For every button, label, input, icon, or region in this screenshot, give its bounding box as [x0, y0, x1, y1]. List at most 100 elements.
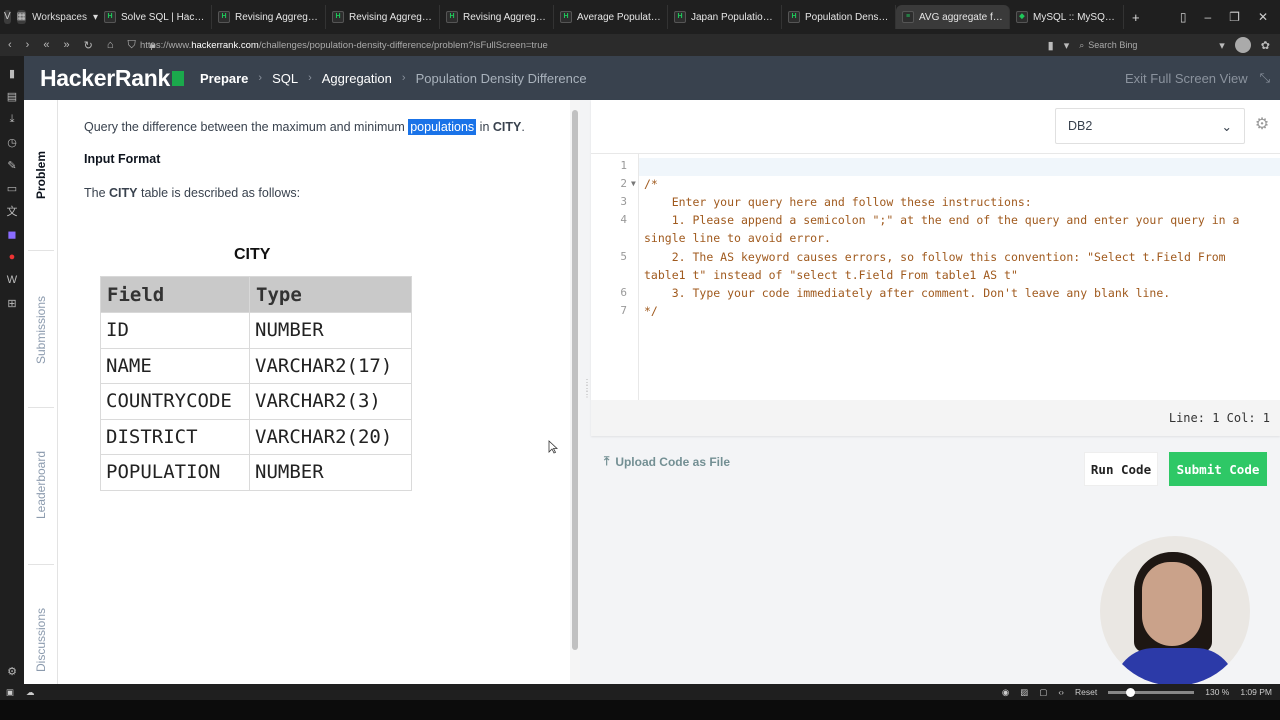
tab-title: Population Density Differ: [805, 11, 889, 23]
hackerrank-logo[interactable]: HackerRank: [24, 65, 184, 92]
submit-code-button[interactable]: Submit Code: [1169, 452, 1267, 486]
type-cell: VARCHAR2(20): [249, 418, 412, 455]
window-controls: ▯ – ❐ ✕: [1180, 10, 1280, 24]
chevron-down-icon: ⌄: [1221, 119, 1232, 134]
rewind-icon[interactable]: «: [43, 39, 49, 52]
split-drag-handle[interactable]: ⋮ ⋮ ⋮: [583, 379, 591, 406]
chevron-right-icon: ›: [308, 72, 312, 84]
tab-overview-icon[interactable]: ▯: [1180, 10, 1187, 24]
reload-icon[interactable]: ↻: [84, 39, 93, 52]
problem-scrollbar[interactable]: [570, 100, 580, 684]
webcam-face: [1142, 562, 1202, 646]
notes-icon[interactable]: ✎: [5, 158, 19, 172]
language-select[interactable]: DB2 ⌄: [1055, 108, 1245, 144]
upload-label: Upload Code as File: [615, 454, 730, 469]
profile-avatar[interactable]: [1234, 37, 1251, 53]
status-bar-right: ◉ ▨ ▢ ‹› Reset 130 % 1:09 PM: [1002, 687, 1280, 698]
search-placeholder: Search Bing: [1088, 40, 1138, 50]
image-toggle-icon[interactable]: ▨: [1020, 687, 1028, 698]
tab-discussions[interactable]: Discussions: [24, 580, 58, 700]
desc-suffix: table is described as follows:: [137, 186, 301, 200]
code-editor[interactable]: 1 2 ▼ 3 4 5 6 7 /* Enter your query here…: [591, 153, 1280, 401]
browser-tab[interactable]: H Revising Aggregations - T: [212, 5, 326, 29]
search-input[interactable]: ⌕ Search Bing: [1079, 37, 1209, 53]
column-header-field: Field: [100, 276, 250, 313]
browser-tab[interactable]: ◆ MySQL :: MySQL 8.0 Refe: [1010, 5, 1124, 29]
close-icon[interactable]: ✕: [1258, 10, 1268, 24]
browser-tab[interactable]: H Japan Population | Hacke: [668, 5, 782, 29]
reading-list-icon[interactable]: ▤: [5, 89, 19, 103]
zoom-reset-button[interactable]: Reset: [1075, 687, 1097, 697]
fold-arrow-icon[interactable]: ▼: [631, 179, 636, 188]
settings-gear-icon[interactable]: ⚙: [5, 664, 19, 678]
browser-tab[interactable]: H Average Population | Hac: [554, 5, 668, 29]
desc-table-name: CITY: [109, 186, 138, 200]
column-header-type: Type: [249, 276, 412, 313]
bookmark-icon[interactable]: ▮: [1048, 39, 1054, 52]
zoom-slider-knob[interactable]: [1126, 687, 1136, 697]
type-cell: VARCHAR2(17): [249, 347, 412, 384]
translate-icon[interactable]: 文: [5, 204, 19, 218]
breadcrumb-sql[interactable]: SQL: [272, 71, 298, 86]
code-line: 2. The AS keyword causes errors, so foll…: [644, 250, 1233, 283]
add-panel-icon[interactable]: ⊞: [5, 296, 19, 310]
window-panel-icon[interactable]: ▭: [5, 181, 19, 195]
line-number: 5: [620, 250, 627, 263]
mastodon-icon[interactable]: ◼: [5, 227, 19, 241]
zoom-slider[interactable]: [1108, 687, 1195, 697]
chevron-down-icon[interactable]: ▾: [1219, 39, 1225, 52]
exit-fullscreen-button[interactable]: Exit Full Screen View ⤡: [1125, 70, 1280, 86]
address-bar: ‹ › « » ↻ ⌂ ⛉ 🔒︎ https://www.hackerrank.…: [0, 34, 1280, 56]
restore-icon[interactable]: ❐: [1229, 10, 1240, 24]
scrollbar-thumb[interactable]: [572, 110, 578, 650]
home-icon[interactable]: ⌂: [107, 39, 114, 52]
bookmarks-icon[interactable]: ▮: [5, 66, 19, 80]
browser-tab[interactable]: H Revising Aggregations - A: [440, 5, 554, 29]
tab-problem[interactable]: Problem: [24, 120, 58, 230]
run-code-button[interactable]: Run Code: [1084, 452, 1158, 486]
shield-icon[interactable]: ⛉: [127, 39, 135, 52]
type-cell: NUMBER: [249, 312, 412, 349]
breadcrumb-prepare[interactable]: Prepare: [200, 71, 248, 86]
camera-icon[interactable]: ◉: [1002, 687, 1009, 698]
status-bar-left: ▣ ☁: [0, 687, 35, 698]
browser-tab-bar: V ▦ Workspaces ▾ H Solve SQL | HackerRank…: [0, 0, 1280, 34]
browser-tab[interactable]: H Revising Aggregations - T: [326, 5, 440, 29]
vivaldi-icon[interactable]: ●: [5, 250, 19, 264]
forward-icon[interactable]: ›: [26, 39, 30, 52]
downloads-icon[interactable]: ⤓: [5, 112, 19, 126]
url-field[interactable]: https://www.hackerrank.com/challenges/po…: [140, 40, 1048, 51]
fast-forward-icon[interactable]: »: [63, 39, 69, 52]
browser-tab[interactable]: H Solve SQL | HackerRank: [98, 5, 212, 29]
minimize-icon[interactable]: –: [1204, 10, 1211, 24]
new-tab-icon[interactable]: +: [1124, 10, 1140, 25]
extensions-icon[interactable]: ✿: [1261, 39, 1270, 52]
tab-submissions[interactable]: Submissions: [24, 270, 58, 390]
panel-toggle-icon[interactable]: ▣: [6, 687, 14, 698]
back-icon[interactable]: ‹: [8, 39, 12, 52]
statement-table-name: CITY: [492, 120, 522, 134]
browser-tab[interactable]: ≡ AVG aggregate function -: [896, 5, 1010, 29]
browser-status-bar: ▣ ☁ ◉ ▨ ▢ ‹› Reset 130 % 1:09 PM: [0, 684, 1280, 700]
editor-status-bar: Line: 1 Col: 1: [591, 400, 1280, 436]
schema-table-title: CITY: [234, 246, 271, 263]
upload-code-button[interactable]: ⤒ Upload Code as File: [604, 454, 730, 469]
code-icon[interactable]: ‹›: [1058, 687, 1064, 697]
workspaces-button[interactable]: V ▦ Workspaces ▾: [0, 0, 98, 34]
hackerrank-favicon-icon: H: [446, 11, 458, 23]
wikipedia-icon[interactable]: W: [5, 273, 19, 287]
cloud-sync-icon[interactable]: ☁: [26, 687, 35, 698]
line-number: 7: [620, 304, 627, 317]
breadcrumb-aggregation[interactable]: Aggregation: [322, 71, 392, 86]
page-tiling-icon[interactable]: ▢: [1039, 687, 1047, 698]
collapse-icon: ⤡: [1259, 70, 1270, 85]
browser-tab-active[interactable]: H Population Density Differ: [782, 5, 896, 29]
table-row: COUNTRYCODE VARCHAR2(3): [100, 383, 412, 420]
code-line: */: [644, 304, 658, 318]
hackerrank-favicon-icon: H: [674, 11, 686, 23]
tab-leaderboard[interactable]: Leaderboard: [24, 420, 58, 550]
history-icon[interactable]: ◷: [5, 135, 19, 149]
editor-settings-gear-icon[interactable]: ⚙: [1253, 116, 1271, 134]
chevron-right-icon: ›: [258, 72, 263, 84]
chevron-down-icon[interactable]: ▾: [1064, 39, 1070, 52]
